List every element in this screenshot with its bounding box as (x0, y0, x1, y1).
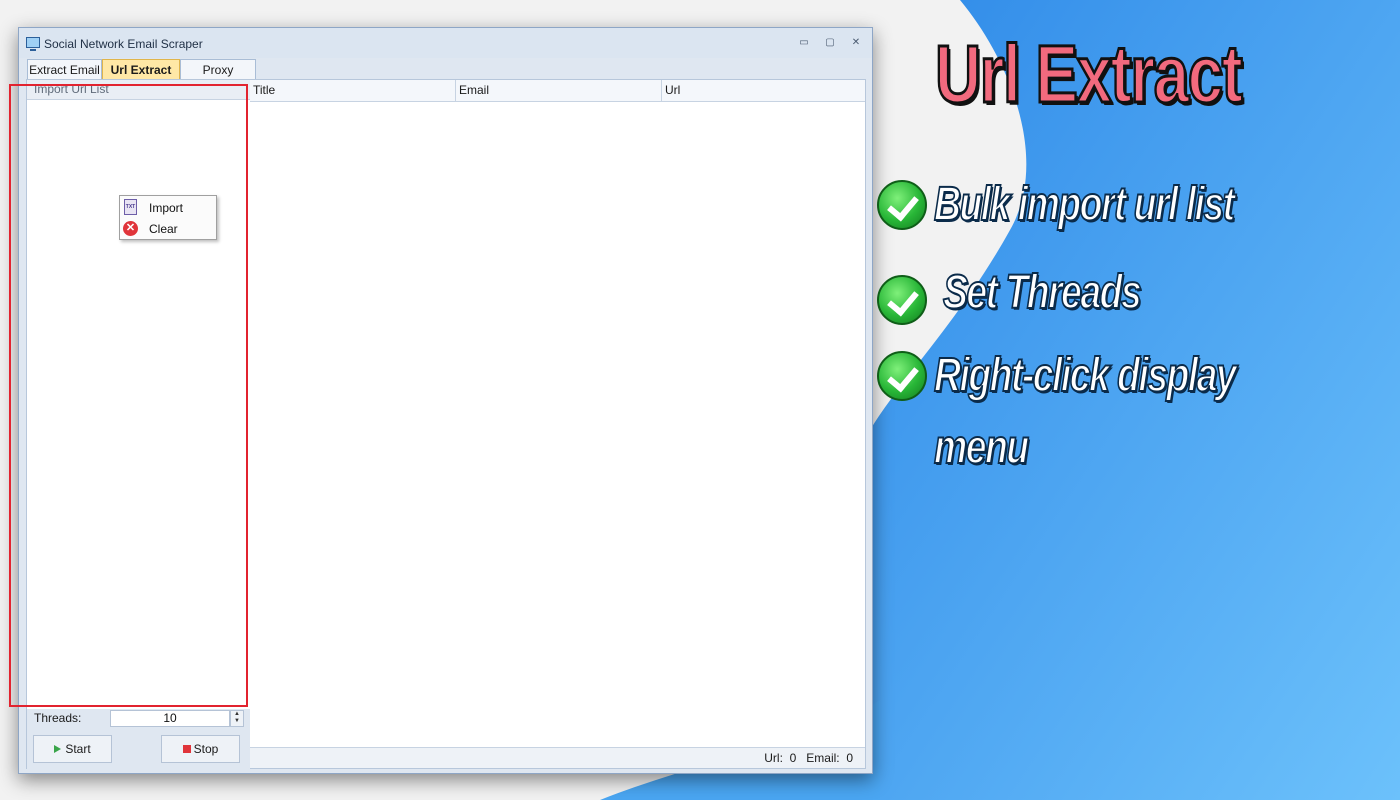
check-icon (877, 275, 927, 325)
play-icon (54, 745, 62, 753)
threads-input[interactable]: 10 (110, 710, 230, 727)
status-bar: Url: 0 Email: 0 (250, 747, 865, 768)
column-url[interactable]: Url (662, 80, 865, 101)
column-title[interactable]: Title (250, 80, 456, 101)
status-url-count: 0 (789, 751, 797, 765)
results-grid[interactable]: Title Email Url (250, 80, 865, 747)
title-bar: Social Network Email Scraper ▭ ▢ ✕ (19, 28, 872, 58)
start-button[interactable]: Start (33, 735, 112, 763)
control-buttons: Start Stop (27, 729, 250, 770)
status-email-label: Email: (806, 751, 840, 765)
stop-button[interactable]: Stop (161, 735, 240, 763)
column-email[interactable]: Email (456, 80, 662, 101)
menu-item-clear[interactable]: ✕ Clear (120, 218, 216, 238)
tab-proxy[interactable]: Proxy (180, 59, 256, 79)
clear-icon: ✕ (123, 221, 138, 236)
status-url-label: Url: (764, 751, 783, 765)
monitor-icon (26, 37, 40, 51)
menu-item-clear-label: Clear (149, 222, 178, 236)
promo-title: Url Extract (934, 28, 1244, 122)
txt-file-icon: TXT (124, 199, 137, 215)
spin-down-icon[interactable]: ▼ (234, 718, 240, 724)
feature-bulk-import: Bulk import url list (933, 177, 1236, 232)
check-icon (877, 351, 927, 401)
threads-label: Threads: (34, 711, 82, 725)
feature-menu: menu (933, 420, 1030, 475)
spin-up-icon[interactable]: ▲ (234, 711, 240, 717)
stop-icon (182, 745, 191, 753)
menu-item-import-label: Import (149, 201, 184, 215)
grid-header: Title Email Url (250, 80, 865, 102)
window-title: Social Network Email Scraper (44, 37, 203, 51)
restore-button[interactable]: ▢ (821, 36, 839, 50)
tab-url-extract[interactable]: Url Extract (102, 59, 180, 79)
start-label: Start (65, 742, 91, 756)
feature-set-threads: Set Threads (942, 265, 1142, 320)
threads-spinner[interactable]: ▲ ▼ (230, 710, 244, 727)
threads-row: Threads: 10 ▲ ▼ (27, 709, 250, 729)
menu-item-import[interactable]: TXT Import (120, 197, 216, 217)
tab-extract-email[interactable]: Extract Email (27, 59, 102, 79)
stop-label: Stop (193, 742, 219, 756)
highlight-outline (9, 84, 248, 707)
check-icon (877, 180, 927, 230)
status-email-count: 0 (846, 751, 853, 765)
context-menu: TXT Import ✕ Clear (119, 195, 217, 240)
minimize-button[interactable]: ▭ (795, 36, 813, 50)
status-counts: Url: 0 Email: 0 (764, 751, 853, 765)
close-button[interactable]: ✕ (847, 36, 865, 50)
feature-right-click: Right-click display (933, 348, 1237, 403)
